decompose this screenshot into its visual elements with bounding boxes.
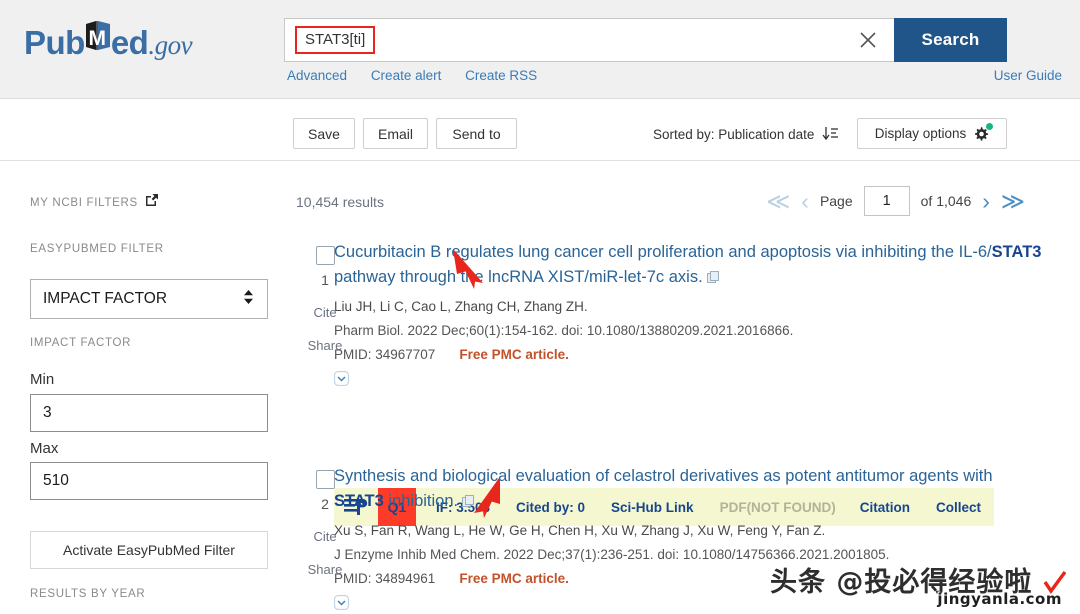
max-label: Max (30, 440, 59, 457)
free-pmc-badge: Free PMC article. (459, 347, 569, 362)
advanced-link[interactable]: Advanced (287, 68, 347, 83)
article-journal-citation: Pharm Biol. 2022 Dec;60(1):154-162. doi:… (334, 323, 794, 338)
article-pmid: PMID: 34894961 (334, 571, 436, 586)
logo-gov-text: .gov (148, 30, 193, 60)
open-book-icon: M (83, 20, 113, 54)
impact-factor-section-label: IMPACT FACTOR (30, 337, 132, 349)
article-checkbox[interactable] (315, 470, 335, 489)
results-by-year-label: RESULTS BY YEAR (30, 588, 146, 600)
sort-descending-icon (822, 126, 839, 144)
article-checkbox[interactable] (315, 246, 335, 265)
display-options-button[interactable]: Display options (857, 118, 1007, 149)
user-guide-link[interactable]: User Guide (994, 68, 1062, 83)
page-number-input[interactable]: 1 (863, 186, 910, 216)
gear-icon (973, 122, 994, 142)
logo-pub-text: Pub (24, 24, 85, 61)
display-options-label: Display options (874, 126, 967, 141)
article-title-part2: inhibition. (383, 492, 459, 510)
free-pmc-badge: Free PMC article. (459, 571, 569, 586)
article-title-link[interactable]: Cucurbitacin B regulates lung cancer cel… (334, 240, 1046, 290)
site-header: Pub M ed .gov STAT3[ti] Search Advanced … (0, 0, 1080, 99)
pubmed-logo[interactable]: Pub M ed .gov (24, 18, 193, 64)
search-input[interactable]: STAT3[ti] (284, 18, 842, 62)
results-count: 10,454 results (296, 194, 384, 210)
article-content: Synthesis and biological evaluation of c… (334, 464, 1064, 614)
easypubmed-filter-label: EASYPUBMED FILTER (30, 243, 164, 255)
pagination: ≪ ‹ Page 1 of 1,046 › ≫ (766, 186, 1025, 216)
chevron-left-icon[interactable]: ‹ (801, 189, 809, 213)
activate-easypubmed-filter-button[interactable]: Activate EasyPubMed Filter (30, 531, 268, 569)
double-chevron-right-icon[interactable]: ≫ (1001, 189, 1025, 213)
results-panel: 10,454 results ≪ ‹ Page 1 of 1,046 › ≫ 1… (286, 162, 1080, 614)
total-pages-label: of 1,046 (920, 193, 972, 209)
create-rss-link[interactable]: Create RSS (465, 68, 537, 83)
logo-med-text: ed (110, 24, 149, 61)
article-meta: PMID: 34967707 Free PMC article. (334, 347, 1064, 362)
min-label: Min (30, 371, 55, 388)
article-title-part1: Cucurbitacin B regulates lung cancer cel… (334, 243, 992, 261)
chevron-right-icon[interactable]: › (982, 189, 990, 213)
article-title-part2: pathway through the lncRNA XIST/miR-let-… (334, 268, 703, 286)
external-link-icon (145, 193, 159, 212)
filter-type-value: IMPACT FACTOR (43, 290, 168, 307)
send-to-button[interactable]: Send to (436, 118, 517, 149)
page-number-value: 1 (882, 193, 891, 209)
article-pmid: PMID: 34967707 (334, 347, 436, 362)
max-input[interactable]: 510 (30, 462, 268, 500)
chevron-down-circle-icon[interactable] (334, 595, 349, 614)
article-content: Cucurbitacin B regulates lung cancer cel… (334, 240, 1064, 391)
filter-type-select[interactable]: IMPACT FACTOR (30, 279, 268, 319)
display-options-badge (986, 122, 994, 130)
article-result-item: 1 Cite Share Cucurbitacin B regulates lu… (286, 240, 1080, 526)
min-input[interactable]: 3 (30, 394, 268, 432)
chevron-down-circle-icon[interactable] (334, 371, 349, 391)
sorted-by-label: Sorted by: Publication date (653, 127, 815, 142)
save-button[interactable]: Save (293, 118, 355, 149)
article-title-link[interactable]: Synthesis and biological evaluation of c… (334, 464, 1046, 514)
filters-sidebar: MY NCBI FILTERS EASYPUBMED FILTER IMPACT… (0, 162, 286, 614)
max-input-value: 510 (43, 472, 69, 489)
article-authors: Liu JH, Li C, Cao L, Zhang CH, Zhang ZH. (334, 299, 588, 314)
article-result-item: 2 Cite Share Synthesis and biological ev… (286, 464, 1080, 614)
duplicate-article-icon (706, 267, 720, 292)
my-ncbi-filters-label: MY NCBI FILTERS (30, 196, 138, 209)
search-sublinks: Advanced Create alert Create RSS (287, 68, 557, 83)
article-journal-citation: J Enzyme Inhib Med Chem. 2022 Dec;37(1):… (334, 547, 890, 562)
min-input-value: 3 (43, 404, 52, 421)
search-bar: STAT3[ti] Search (284, 18, 1007, 62)
article-title-part1: Synthesis and biological evaluation of c… (334, 467, 993, 485)
sorted-by-control[interactable]: Sorted by: Publication date (653, 124, 839, 142)
article-authors: Xu S, Fan R, Wang L, He W, Ge H, Chen H,… (334, 523, 826, 538)
pubmed-search-results-page: Pub M ed .gov STAT3[ti] Search Advanced … (0, 0, 1080, 614)
article-title-highlight: STAT3 (991, 243, 1042, 261)
svg-text:M: M (88, 27, 105, 50)
search-query-text: STAT3[ti] (295, 25, 376, 55)
double-chevron-left-icon[interactable]: ≪ (766, 189, 790, 213)
email-button[interactable]: Email (363, 118, 428, 149)
search-button[interactable]: Search (894, 18, 1007, 62)
create-alert-link[interactable]: Create alert (371, 68, 442, 83)
clear-search-button[interactable] (842, 18, 894, 62)
close-x-icon (860, 32, 876, 48)
article-title-highlight: STAT3 (334, 492, 384, 510)
article-meta: PMID: 34894961 Free PMC article. (334, 571, 1064, 586)
pubmed-logo-text: Pub M ed .gov (24, 20, 193, 62)
my-ncbi-filters-link[interactable]: MY NCBI FILTERS (30, 193, 159, 212)
duplicate-article-icon (462, 491, 475, 516)
updown-chevron-icon (242, 288, 255, 311)
page-label: Page (819, 193, 853, 209)
